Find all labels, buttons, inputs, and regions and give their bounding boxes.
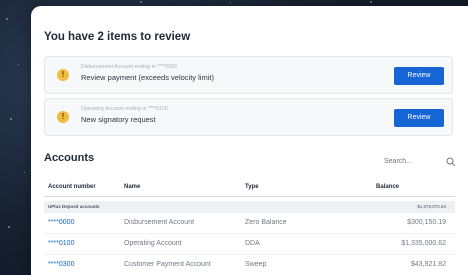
accounts-section-title: Accounts: [44, 152, 95, 164]
review-item-description: Review payment (exceeds velocity limit): [81, 73, 214, 82]
account-group-row: UPlus Deposit accounts $1,679,072.63: [44, 201, 455, 213]
table-row[interactable]: ****0300 Customer Payment Account Sweep …: [44, 255, 455, 275]
account-balance: $1,335,000.62: [401, 240, 446, 247]
warning-icon: !: [57, 69, 69, 81]
background-star: [6, 18, 8, 20]
table-row[interactable]: ****0100 Operating Account DDA $1,335,00…: [44, 234, 455, 255]
review-item-2: ! Operating Account ending in ****0100 N…: [44, 98, 453, 136]
review-item-1: ! Disbursement Account ending in ****000…: [44, 56, 453, 94]
background-star: [370, 1, 372, 3]
background-star: [18, 64, 19, 65]
account-group-label: UPlus Deposit accounts: [48, 204, 100, 209]
account-name: Disbursement Account: [124, 219, 195, 226]
account-number-link[interactable]: ****0100: [48, 240, 74, 247]
background-star: [10, 118, 12, 120]
account-number-link[interactable]: ****0000: [48, 219, 74, 226]
header-divider: [44, 196, 455, 197]
review-item-subtitle: Disbursement Account ending in ****0000: [81, 64, 177, 70]
review-item-subtitle: Operating Account ending in ****0100: [81, 106, 168, 112]
account-type: Sweep: [245, 261, 267, 268]
account-type: DDA: [245, 240, 260, 247]
search-input[interactable]: Search...: [381, 156, 456, 170]
review-button[interactable]: Review: [394, 109, 444, 127]
column-header-balance[interactable]: Balance: [376, 184, 399, 190]
account-name: Operating Account: [124, 240, 182, 247]
account-group-total: $1,679,072.63: [417, 204, 446, 209]
column-header-type[interactable]: Type: [245, 184, 259, 190]
account-type: Zero Balance: [245, 219, 287, 226]
background-star: [140, 1, 142, 3]
account-balance: $300,150.19: [407, 219, 446, 226]
column-header-name[interactable]: Name: [124, 184, 140, 190]
column-header-account-number[interactable]: Account number: [48, 184, 96, 190]
background-star: [8, 226, 10, 228]
search-icon[interactable]: [446, 157, 456, 167]
table-row[interactable]: ****0000 Disbursement Account Zero Balan…: [44, 213, 455, 234]
search-placeholder: Search...: [384, 158, 413, 165]
background-star: [24, 172, 25, 173]
account-number-link[interactable]: ****0300: [48, 261, 74, 268]
account-balance: $43,921.82: [410, 261, 446, 268]
review-item-description: New signatory request: [81, 115, 156, 124]
review-button[interactable]: Review: [394, 67, 444, 85]
background-star: [230, 2, 231, 3]
review-section-title: You have 2 items to review: [44, 31, 191, 43]
account-name: Customer Payment Account: [124, 261, 211, 268]
main-panel: You have 2 items to review ! Disbursemen…: [31, 6, 468, 275]
warning-icon: !: [57, 111, 69, 123]
